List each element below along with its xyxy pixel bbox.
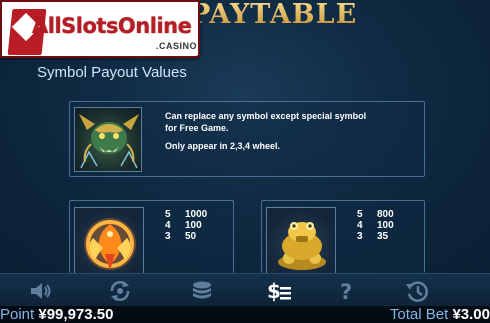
autoplay-button[interactable] [100,274,140,307]
payout-row: 5 1000 [165,209,207,220]
payout-count: 4 [357,220,363,231]
history-button[interactable] [397,274,437,307]
bottom-toolbar: $ ? [0,273,490,306]
point-label: Point [0,306,35,323]
status-bar: Point ¥99,973.50 Total Bet ¥3.00 [0,306,490,323]
payout-row: 3 35 [357,231,394,242]
toad-symbol-panel: 5 800 4 100 3 35 [261,200,425,274]
autoplay-icon [110,280,130,301]
wild-symbol-panel: Can replace any symbol except special sy… [69,101,425,177]
paytable-button[interactable]: $ [259,274,299,307]
logo-subtext: .CASINO [156,41,198,51]
point-value: ¥99,973.50 [38,306,114,323]
payout-row: 4 100 [165,220,207,231]
payout-value: 100 [185,220,202,231]
payout-count: 4 [165,220,171,231]
phoenix-payout-table: 5 1000 4 100 3 50 [165,209,207,242]
allslotsonline-logo: AllSlotsOnline .CASINO [0,0,200,58]
payout-value: 35 [377,231,389,242]
payout-row: 4 100 [357,220,394,231]
payout-count: 5 [165,209,171,220]
golden-toad-symbol-icon [266,207,336,274]
bet-coins-button[interactable] [182,274,222,307]
payout-count: 5 [357,209,363,220]
logo-text: AllSlotsOnline [32,14,192,38]
sound-button[interactable] [21,274,61,307]
dragon-wild-icon [74,107,142,172]
svg-text:?: ? [340,280,352,303]
coins-icon [193,281,211,298]
payout-count: 3 [357,231,363,242]
payout-row: 3 50 [165,231,207,242]
phoenix-symbol-icon [74,207,144,274]
total-bet: Total Bet ¥3.00 [390,306,490,323]
help-icon: ? [340,280,352,303]
total-bet-value: ¥3.00 [452,306,490,323]
page-title: PAYTABLE [190,0,358,30]
payout-value: 1000 [185,209,208,220]
payout-value: 100 [377,220,394,231]
point-balance: Point ¥99,973.50 [0,306,113,323]
wild-description-line2: for Free Game. [165,123,229,133]
toad-payout-table: 5 800 4 100 3 35 [357,209,394,242]
history-icon [406,280,428,302]
payout-value: 50 [185,231,197,242]
speaker-icon [31,282,51,299]
payout-row: 5 800 [357,209,394,220]
total-bet-label: Total Bet [389,306,449,323]
payout-count: 3 [165,231,171,242]
help-button[interactable]: ? [327,274,367,307]
phoenix-symbol-panel: 5 1000 4 100 3 50 [69,200,234,274]
svg-text:$: $ [267,279,281,303]
paytable-dollar-icon: $ [267,279,291,303]
payout-value: 800 [377,209,394,220]
wild-description-line1: Can replace any symbol except special sy… [165,111,367,121]
wild-description-line3: Only appear in 2,3,4 wheel. [165,141,281,151]
section-title: Symbol Payout Values [37,64,187,81]
